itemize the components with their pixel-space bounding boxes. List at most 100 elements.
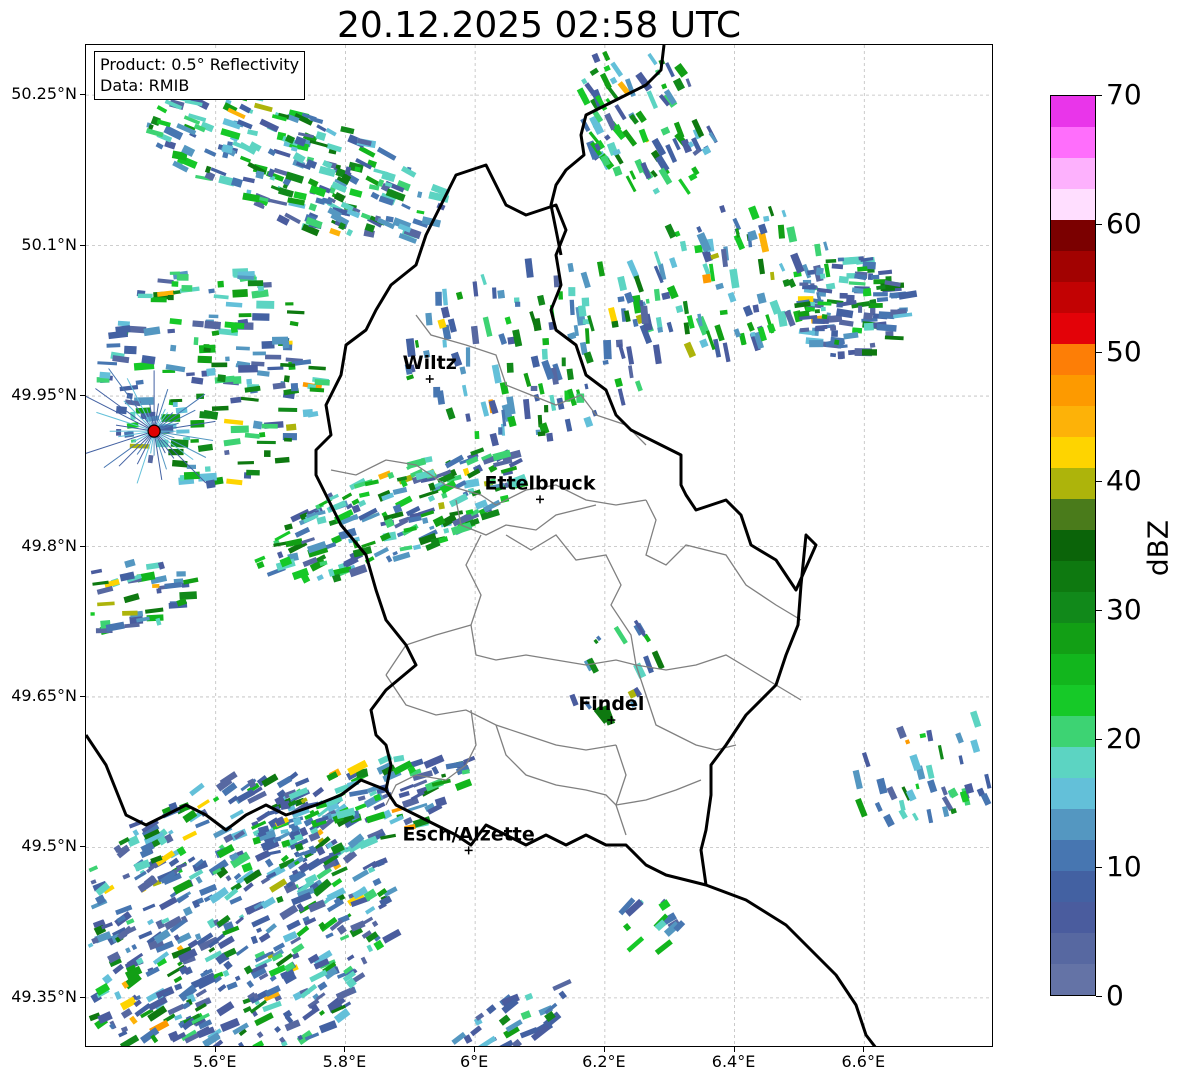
- lon-tick: [603, 1047, 605, 1052]
- lat-tick-label: 49.8°N: [21, 535, 77, 555]
- echo-cell: [876, 323, 897, 332]
- echo-cell: [678, 178, 691, 195]
- echo-cell: [947, 787, 959, 799]
- colorbar-unit-label: dBZ: [1141, 519, 1175, 577]
- echo-cell: [857, 266, 868, 272]
- echo-cell: [116, 429, 122, 436]
- echo-cell: [664, 62, 675, 78]
- echo-cell: [373, 546, 389, 558]
- echo-cell: [861, 752, 871, 768]
- echo-cell: [147, 454, 154, 464]
- echo-cell: [750, 331, 756, 337]
- echo-cell: [898, 799, 906, 811]
- echo-cell: [251, 914, 271, 928]
- echo-cell: [246, 980, 255, 989]
- echo-cell: [970, 710, 982, 728]
- echo-cell: [666, 321, 674, 333]
- echo-cell: [120, 1008, 133, 1019]
- colorbar-segment: [1051, 468, 1095, 499]
- lat-tick-label: 49.65°N: [11, 685, 77, 705]
- echo-cell: [652, 187, 660, 195]
- echo-cell: [274, 1025, 282, 1033]
- colorbar-segment: [1051, 902, 1095, 933]
- echo-cell: [278, 407, 298, 412]
- echo-cell: [937, 744, 944, 760]
- echo-cell: [445, 407, 456, 420]
- echo-cell: [87, 942, 94, 948]
- echo-cell: [470, 1025, 482, 1037]
- echo-cell: [566, 368, 574, 381]
- echo-cell: [454, 778, 473, 792]
- echo-cell: [541, 348, 548, 360]
- colorbar-segment: [1051, 127, 1095, 158]
- echo-cell: [226, 478, 243, 486]
- echo-cell: [414, 340, 420, 348]
- echo-cell: [204, 466, 211, 472]
- echo-cell: [235, 346, 250, 351]
- echo-cell: [876, 296, 889, 303]
- echo-cell: [838, 275, 849, 284]
- echo-cell: [669, 257, 678, 269]
- echo-cell: [317, 981, 328, 991]
- echo-cell: [329, 227, 341, 237]
- echo-cell: [274, 456, 290, 464]
- echo-cell: [360, 956, 368, 965]
- radar-site-dot: [147, 424, 161, 438]
- lat-tick: [80, 846, 85, 848]
- echo-cell: [839, 292, 848, 299]
- echo-cell: [870, 274, 880, 280]
- echo-cell: [489, 432, 499, 447]
- echo-cell: [267, 849, 281, 856]
- echo-cell: [831, 263, 844, 270]
- echo-cell: [626, 936, 645, 953]
- echo-cell: [497, 1039, 514, 1046]
- echo-cell: [511, 1038, 523, 1046]
- echo-cell: [167, 295, 174, 301]
- echo-cell: [122, 873, 131, 880]
- echo-cell: [449, 493, 469, 508]
- echo-cell: [217, 280, 224, 288]
- echo-cell: [552, 978, 572, 992]
- lat-tick: [80, 996, 85, 998]
- echo-cell: [159, 896, 178, 911]
- echo-cell: [195, 875, 203, 884]
- echo-cell: [520, 1010, 532, 1020]
- echo-cell: [657, 326, 664, 333]
- echo-cell: [506, 362, 514, 373]
- echo-cell: [685, 78, 692, 88]
- echo-cell: [532, 318, 542, 332]
- echo-cell: [701, 145, 712, 156]
- colorbar-tick: [1096, 95, 1102, 96]
- echo-cell: [429, 525, 435, 531]
- colorbar-segment: [1051, 158, 1095, 189]
- echo-cell: [265, 923, 277, 934]
- echo-cell: [664, 223, 677, 239]
- echo-cell: [243, 1005, 252, 1014]
- echo-cell: [125, 947, 131, 954]
- echo-cell: [124, 558, 136, 569]
- echo-cell: [238, 364, 258, 373]
- echo-cell: [654, 939, 673, 956]
- echo-cell: [341, 492, 353, 501]
- colorbar-segment: [1051, 778, 1095, 809]
- echo-cell: [568, 287, 576, 297]
- echo-cell: [461, 384, 468, 397]
- echo-cell: [425, 312, 433, 326]
- echo-cell: [884, 335, 904, 341]
- echo-cell: [696, 226, 703, 233]
- echo-cell: [156, 119, 171, 128]
- echo-cell: [206, 367, 216, 377]
- echo-cell: [169, 318, 182, 325]
- echo-cell: [258, 932, 271, 943]
- echo-cell: [530, 355, 540, 368]
- colorbar-tick: [1096, 609, 1102, 611]
- echo-cell: [799, 282, 809, 286]
- germany-south-border: [705, 883, 877, 1046]
- colorbar-segment: [1051, 964, 1095, 995]
- echo-cell: [191, 376, 204, 385]
- echo-cell: [523, 398, 531, 420]
- colorbar-segment: [1051, 251, 1095, 282]
- radar-echoes: [86, 50, 992, 1046]
- echo-cell: [189, 782, 205, 797]
- echo-cell: [199, 411, 211, 419]
